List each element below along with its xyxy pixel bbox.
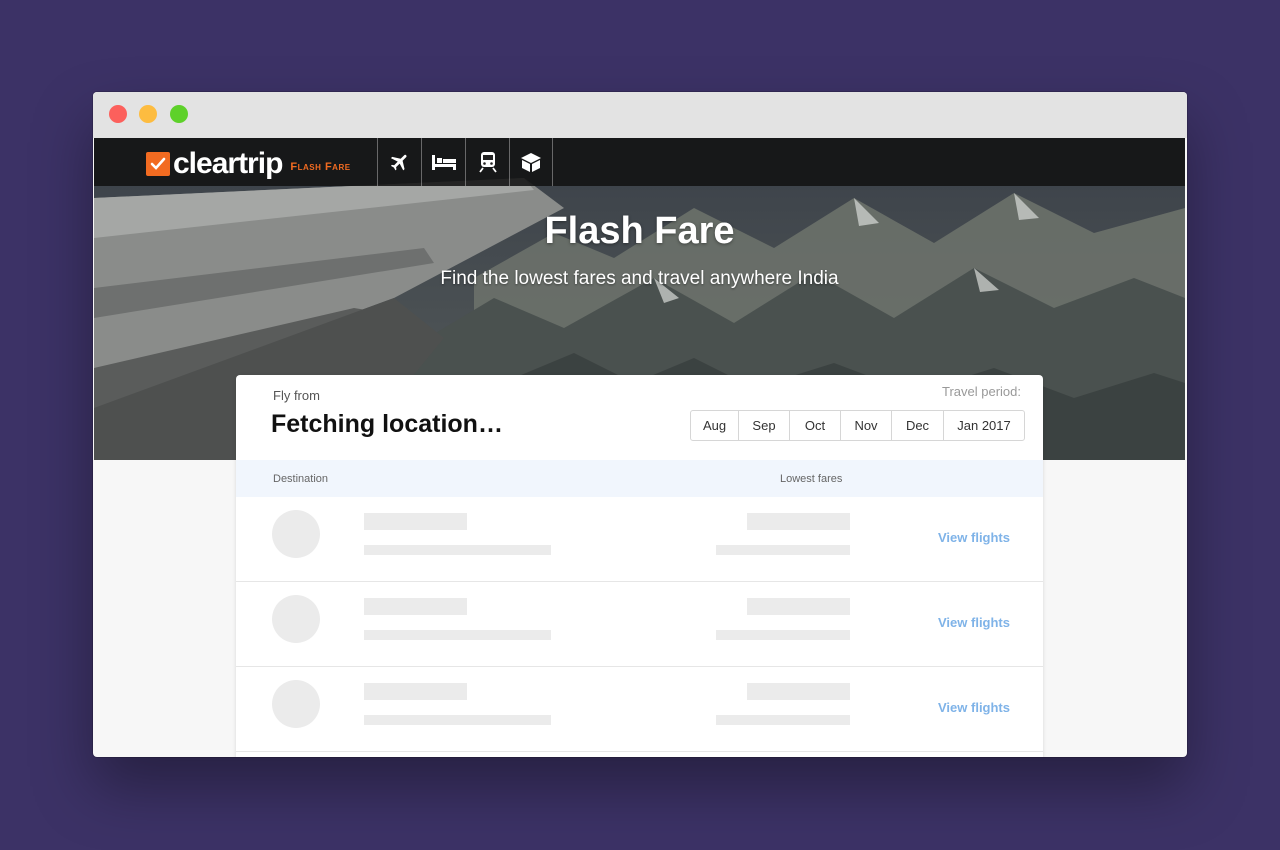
month-tab-sep[interactable]: Sep (739, 411, 790, 440)
browser-window: cleartrip Flash Fare Flash Fare Find the (93, 92, 1187, 757)
table-row: View flights (236, 497, 1043, 582)
minimize-window-button[interactable] (139, 105, 157, 123)
hotel-icon[interactable] (421, 138, 465, 186)
table-row: View flights (236, 667, 1043, 752)
window-titlebar (93, 92, 1187, 138)
lowest-fares-column-header: Lowest fares (780, 473, 843, 485)
cleartrip-logo[interactable]: cleartrip Flash Fare (146, 147, 351, 180)
destination-detail-placeholder (364, 715, 551, 725)
destination-detail-placeholder (364, 545, 551, 555)
month-tab-jan-2017[interactable]: Jan 2017 (944, 411, 1024, 440)
month-tab-dec[interactable]: Dec (892, 411, 944, 440)
flight-icon[interactable] (377, 138, 421, 186)
close-window-button[interactable] (109, 105, 127, 123)
month-tab-aug[interactable]: Aug (691, 411, 739, 440)
travel-period-label: Travel period: (942, 384, 1021, 399)
package-icon[interactable] (509, 138, 553, 186)
table-row: View flights (236, 582, 1043, 667)
fare-detail-placeholder (716, 715, 850, 725)
brand-tagline: Flash Fare (290, 161, 351, 173)
destination-name-placeholder (364, 598, 467, 615)
destination-column-header: Destination (273, 473, 329, 485)
fly-from-value[interactable]: Fetching location… (271, 410, 503, 439)
month-tab-oct[interactable]: Oct (790, 411, 841, 440)
results-table-header: Destination Lowest fares (236, 460, 1043, 497)
train-icon[interactable] (465, 138, 509, 186)
checkmark-icon (146, 152, 170, 176)
brand-name: cleartrip (173, 147, 283, 180)
fare-placeholder (747, 513, 850, 530)
top-navbar: cleartrip Flash Fare (94, 138, 1185, 186)
hero-title: Flash Fare (544, 210, 735, 252)
view-flights-link[interactable]: View flights (938, 615, 1010, 630)
fare-placeholder (747, 683, 850, 700)
fare-placeholder (747, 598, 850, 615)
hero-subtitle: Find the lowest fares and travel anywher… (440, 268, 839, 289)
product-nav (377, 138, 553, 186)
travel-period-selector: Aug Sep Oct Nov Dec Jan 2017 (690, 410, 1025, 441)
destination-image-placeholder (272, 595, 320, 643)
flash-fare-card: Fly from Fetching location… Travel perio… (236, 375, 1043, 757)
view-flights-link[interactable]: View flights (938, 530, 1010, 545)
maximize-window-button[interactable] (170, 105, 188, 123)
destination-image-placeholder (272, 510, 320, 558)
destination-detail-placeholder (364, 630, 551, 640)
month-tab-nov[interactable]: Nov (841, 411, 892, 440)
fly-from-label: Fly from (273, 388, 320, 403)
destination-image-placeholder (272, 680, 320, 728)
fare-detail-placeholder (716, 545, 850, 555)
destination-name-placeholder (364, 683, 467, 700)
fare-detail-placeholder (716, 630, 850, 640)
view-flights-link[interactable]: View flights (938, 700, 1010, 715)
destination-name-placeholder (364, 513, 467, 530)
